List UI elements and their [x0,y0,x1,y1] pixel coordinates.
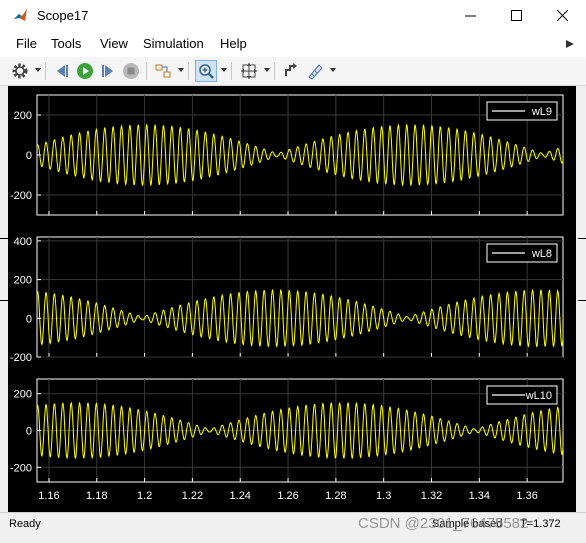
measure-icon [308,64,323,80]
background-line [578,238,586,239]
y-tick-label: 0 [26,313,32,325]
axes-frame [36,236,564,358]
toolbar-separator [231,62,232,80]
run-button[interactable] [74,60,96,82]
gear-icon [12,63,28,79]
toolbar-separator [274,62,275,80]
signal-select-button[interactable] [152,60,174,82]
y-tick-label: 200 [14,389,32,401]
background-line [0,238,8,239]
highlight-icon [285,63,297,76]
maximize-button[interactable] [493,0,539,31]
scope-window: Scope17 File Tools View Simulation Help [0,0,586,543]
x-tick-label: 1.22 [182,490,203,502]
legend-label: wL8 [531,248,552,260]
status-text: Ready [9,518,41,530]
maximize-icon [510,10,522,21]
y-tick-label: -200 [10,462,32,474]
settings-button[interactable] [9,60,31,82]
x-tick-label: 1.34 [469,490,490,502]
highlight-block-button[interactable] [280,60,302,82]
menu-file[interactable]: File [16,36,37,51]
minimize-icon [464,15,476,17]
y-tick-label: 0 [26,150,32,162]
title-bar[interactable]: Scope17 [0,0,586,31]
scope-plots: -200 0 200 wL9 -200 0 200 400 wL8 -200 0 200 1.16 1.1… [10,94,564,502]
y-tick-label: 200 [14,110,32,122]
y-tick-label: 400 [14,236,32,248]
menu-bar: File Tools View Simulation Help [0,31,586,57]
y-tick-label: 200 [14,275,32,287]
step-back-icon [57,65,68,77]
step-back-button[interactable] [51,60,73,82]
close-button[interactable] [539,0,585,31]
menu-simulation[interactable]: Simulation [143,36,204,51]
run-icon [77,63,93,79]
close-icon [556,10,568,21]
measurements-dropdown-icon[interactable] [330,68,336,72]
toolbar-separator [188,62,189,80]
signal-select-icon [155,64,171,78]
legend-label: wL10 [525,390,552,402]
toolbar-separator [146,62,147,80]
signal-select-dropdown-icon[interactable] [178,68,184,72]
minimize-button[interactable] [447,0,493,31]
x-tick-label: 1.24 [230,490,251,502]
x-tick-label: 1.28 [325,490,346,502]
step-forward-icon [102,65,113,77]
matlab-app-icon [14,9,27,21]
fit-button[interactable] [238,60,260,82]
plot-area: -200 0 200 wL9 -200 0 200 400 wL8 -200 0 200 1.16 1.1… [8,86,576,512]
zoom-dropdown-icon[interactable] [221,68,227,72]
y-tick-label: -200 [10,190,32,202]
toolbar [0,57,586,86]
background-line [578,300,586,301]
x-tick-label: 1.26 [277,490,298,502]
y-tick-label: 0 [26,426,32,438]
stop-button[interactable] [120,60,142,82]
toolbar-separator [45,62,46,80]
zoom-icon [199,64,214,79]
stop-icon [123,63,139,79]
fit-icon [241,63,257,79]
measurements-button[interactable] [304,60,326,82]
menu-view[interactable]: View [100,36,128,51]
zoom-button[interactable] [195,60,217,82]
x-tick-label: 1.36 [516,490,537,502]
background-line [0,300,8,301]
watermark: CSDN @2301_76475582 [358,515,529,532]
x-tick-label: 1.32 [421,490,442,502]
menu-help[interactable]: Help [220,36,247,51]
x-tick-label: 1.2 [137,490,152,502]
y-tick-label: -200 [10,352,32,364]
window-title: Scope17 [37,8,89,23]
fit-dropdown-icon[interactable] [264,68,270,72]
legend-label: wL9 [531,106,552,118]
dock-arrow-icon[interactable] [566,40,574,48]
menu-tools[interactable]: Tools [51,36,81,51]
x-tick-label: 1.3 [376,490,391,502]
step-forward-button[interactable] [97,60,119,82]
x-tick-label: 1.18 [86,490,107,502]
settings-dropdown-icon[interactable] [35,68,41,72]
x-tick-label: 1.16 [38,490,59,502]
